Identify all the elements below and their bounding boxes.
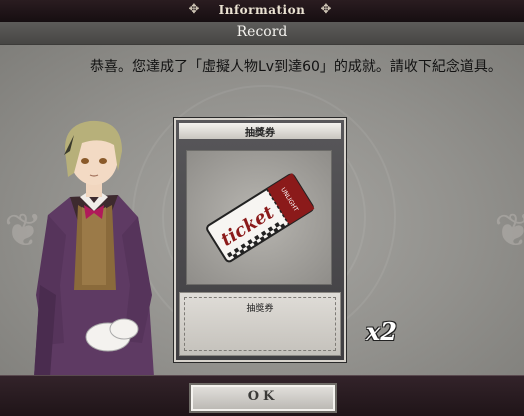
- header-bar: ✥ Information ✥: [0, 0, 524, 23]
- card-title-bar: 抽獎券: [179, 123, 341, 139]
- card-caption-panel: 抽獎券: [179, 292, 341, 356]
- fleur-ornament-icon: ✥: [320, 2, 332, 17]
- header-title: Information: [218, 3, 306, 17]
- character-portrait: [34, 120, 154, 377]
- card-title: 抽獎券: [245, 128, 275, 139]
- record-bar: Record: [0, 22, 524, 45]
- ok-button-label: OK: [247, 389, 279, 404]
- main-panel: ❦ ❦ 恭喜。您達成了「虛擬人物Lv到達60」的成就。請收下紀念道具。 抽獎券 …: [0, 45, 524, 377]
- ok-button[interactable]: OK: [189, 383, 337, 413]
- reward-card: 抽獎券 ticket UNLIGHT 抽獎券: [174, 118, 346, 362]
- item-name: 抽獎券: [246, 304, 274, 314]
- item-quantity: x2: [366, 317, 398, 346]
- card-image-window: ticket UNLIGHT: [186, 150, 332, 285]
- ticket-icon: ticket UNLIGHT: [206, 173, 315, 263]
- left-flourish-icon: ❦: [4, 203, 43, 257]
- achievement-message: 恭喜。您達成了「虛擬人物Lv到達60」的成就。請收下紀念道具。: [90, 59, 502, 75]
- footer-bar: OK: [0, 375, 524, 416]
- right-flourish-icon: ❦: [494, 203, 524, 257]
- record-title: Record: [236, 24, 288, 40]
